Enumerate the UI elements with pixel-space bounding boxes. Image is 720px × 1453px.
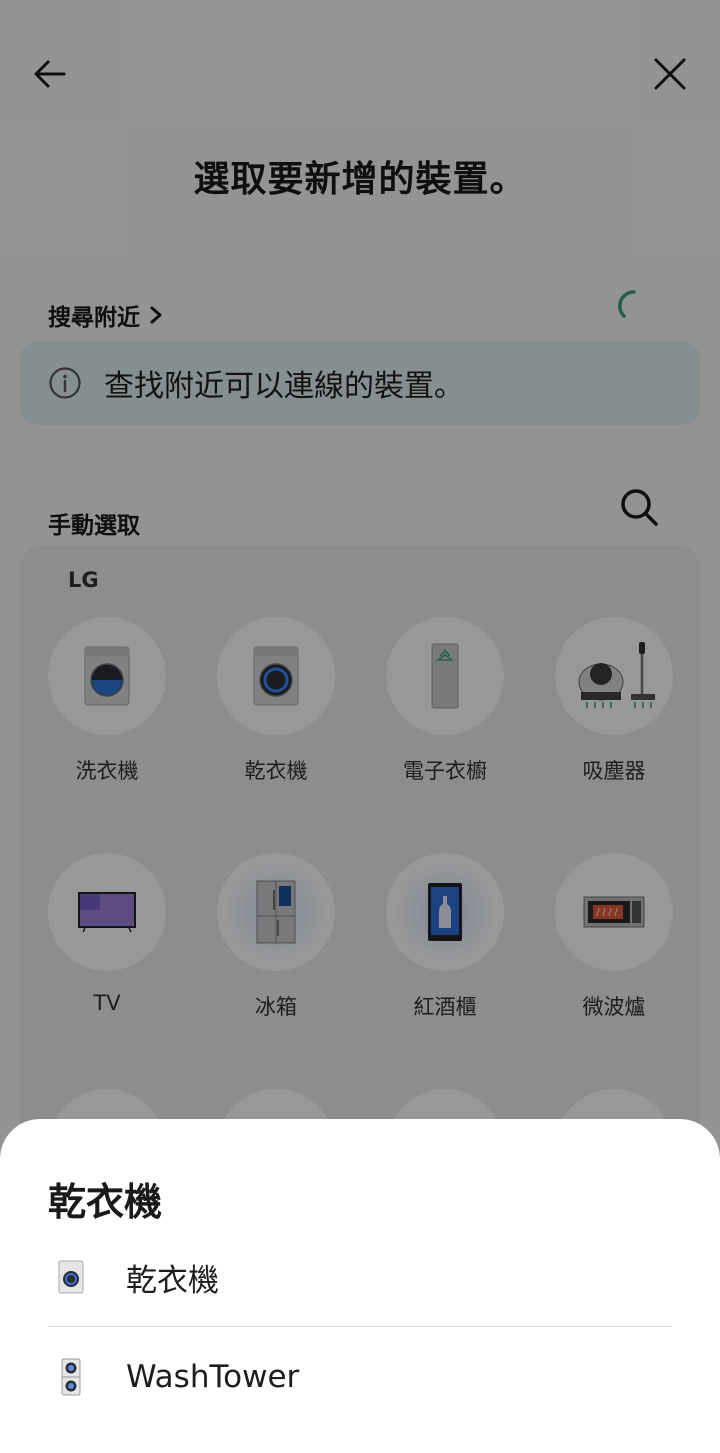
sheet-item-dryer[interactable]: 乾衣機	[48, 1227, 672, 1327]
sheet-item-label: 乾衣機	[126, 1262, 219, 1299]
dryer-icon	[58, 1260, 84, 1294]
sheet-title: 乾衣機	[48, 1180, 163, 1224]
device-type-bottom-sheet: 乾衣機 乾衣機 WashTower	[0, 1119, 720, 1453]
sheet-item-label: WashTower	[126, 1359, 300, 1395]
sheet-item-washtower[interactable]: WashTower	[48, 1327, 672, 1427]
washtower-icon	[61, 1358, 81, 1396]
